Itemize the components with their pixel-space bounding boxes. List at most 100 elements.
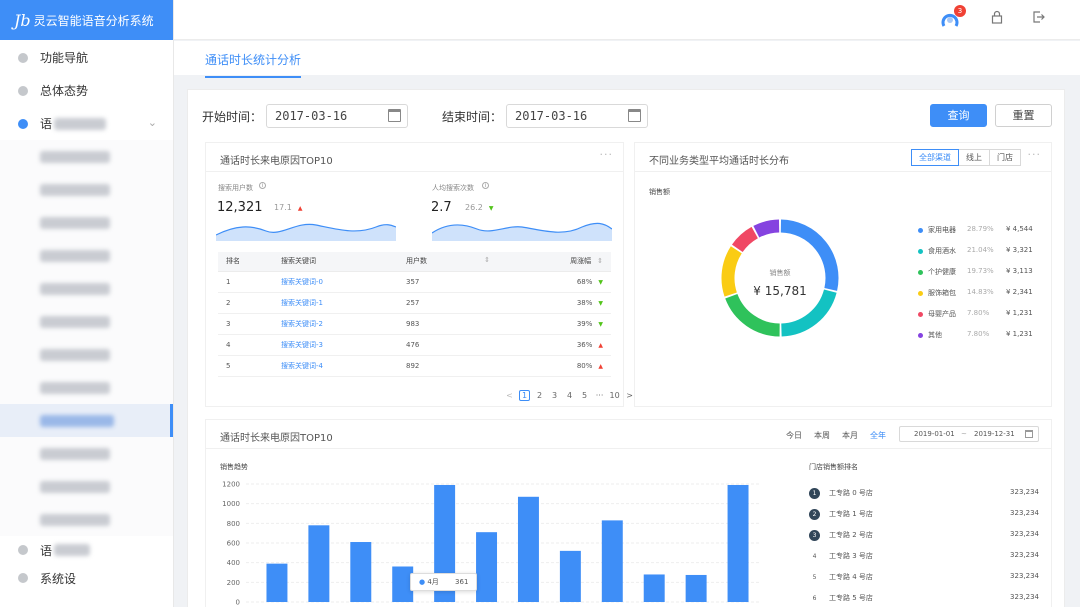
submenu-item[interactable] [0, 470, 173, 503]
cell-keyword-link[interactable]: 搜索关键词-2 [273, 313, 398, 335]
nav-item-system-settings[interactable]: 系统设 [0, 564, 173, 592]
store-value: 323,234 [1010, 530, 1039, 538]
redacted-label [40, 150, 110, 163]
redacted-label [40, 414, 114, 427]
segment-store[interactable]: 门店 [989, 149, 1021, 166]
date-range-picker[interactable]: 2019-01-01 ~ 2019-12-31 [899, 426, 1039, 442]
more-icon[interactable]: ··· [1028, 148, 1042, 161]
submenu-item[interactable] [0, 305, 173, 338]
pager-page[interactable]: 2 [534, 391, 545, 400]
legend-value: ¥ 1,231 [1006, 309, 1033, 317]
bar-5[interactable] [476, 532, 498, 602]
start-date-picker[interactable]: 2017-03-16 [266, 104, 408, 128]
pager-page[interactable]: 3 [549, 391, 560, 400]
nav-item-function-nav[interactable]: 功能导航 [0, 41, 173, 74]
lock-icon[interactable] [987, 10, 1007, 30]
nav-item-voice-analysis[interactable]: 语 ⌄ [0, 107, 173, 140]
cell-keyword-link[interactable]: 搜索关键词-3 [273, 334, 398, 356]
range-tab-week[interactable]: 本周 [814, 430, 830, 441]
legend-item[interactable]: 食用酒水 21.04% ¥ 3,321 [918, 246, 1038, 258]
bar-6[interactable] [517, 496, 539, 602]
y-tick-label: 1200 [222, 481, 240, 489]
pager-page[interactable]: 10 [609, 391, 620, 400]
info-icon[interactable]: i [259, 182, 266, 189]
pager-prev[interactable]: < [504, 391, 515, 400]
stat-delta-value: 26.2 [465, 203, 483, 212]
donut-slice-4[interactable] [731, 226, 759, 253]
submenu-item[interactable] [0, 503, 173, 536]
reset-button[interactable]: 重置 [995, 104, 1052, 127]
nav-item-overview[interactable]: 总体态势 [0, 74, 173, 107]
sparkline-searches [432, 222, 612, 241]
legend-item[interactable]: 母婴产品 7.80% ¥ 1,231 [918, 309, 1038, 321]
legend-name: 食用酒水 [928, 247, 956, 255]
submenu-item[interactable] [0, 239, 173, 272]
cell-keyword-link[interactable]: 搜索关键词-1 [273, 292, 398, 314]
range-tab-today[interactable]: 今日 [786, 430, 802, 441]
bar-2[interactable] [350, 542, 372, 602]
info-icon[interactable]: i [482, 182, 489, 189]
legend-item[interactable]: 家用电器 28.79% ¥ 4,544 [918, 225, 1038, 237]
donut-slice-2[interactable] [725, 293, 780, 337]
nav-item-voice[interactable]: 语 [0, 536, 173, 564]
submenu-item-selected[interactable] [0, 404, 173, 437]
store-value: 323,234 [1010, 572, 1039, 580]
pager-page[interactable]: 4 [564, 391, 575, 400]
legend-item[interactable]: 其他 7.80% ¥ 1,231 [918, 330, 1038, 342]
segment-online[interactable]: 线上 [958, 149, 990, 166]
range-tab-month[interactable]: 本月 [842, 430, 858, 441]
table-row: 4 搜索关键词-3 476 36% ▲ [218, 334, 611, 356]
cell-rank: 3 [218, 313, 273, 335]
logout-icon[interactable] [1029, 10, 1049, 30]
submenu-item[interactable] [0, 173, 173, 206]
bar-0[interactable] [266, 563, 288, 602]
cell-users: 892 [398, 355, 496, 377]
bar-10[interactable] [685, 574, 707, 602]
pager-ellipsis[interactable]: ··· [594, 391, 605, 400]
store-value: 323,234 [1010, 488, 1039, 496]
submenu-item[interactable] [0, 371, 173, 404]
pager-page[interactable]: 5 [579, 391, 590, 400]
lock-glyph [991, 10, 1003, 24]
col-users-label: 用户数 [406, 257, 427, 266]
bar-1[interactable] [308, 525, 330, 602]
submenu-item[interactable] [0, 206, 173, 239]
segment-all-channels[interactable]: 全部渠道 [911, 149, 959, 166]
legend-item[interactable]: 服饰箱包 14.83% ¥ 2,341 [918, 288, 1038, 300]
sort-icon[interactable]: ⇕ [597, 257, 603, 265]
end-date-picker[interactable]: 2017-03-16 [506, 104, 648, 128]
col-users[interactable]: 用户数 ⇕ [398, 252, 496, 272]
redacted-label [40, 216, 110, 229]
bar-11[interactable] [727, 484, 749, 602]
more-icon[interactable]: ··· [600, 148, 614, 161]
legend-percent: 28.79% [967, 225, 994, 233]
donut-slice-3[interactable] [721, 246, 742, 297]
submenu-item[interactable] [0, 437, 173, 470]
list-item: 4 工专路 3 号店 323,234 [809, 549, 1039, 569]
donut-slice-0[interactable] [780, 219, 839, 291]
submenu-item[interactable] [0, 140, 173, 173]
chevron-down-icon[interactable]: ⌄ [148, 116, 157, 129]
y-tick-label: 1000 [222, 500, 240, 508]
stat-label: 人均搜索次数 [432, 184, 474, 192]
notification-icon[interactable]: 3 [940, 5, 966, 30]
app-logo[interactable]: Jb 灵云智能语音分析系统 [0, 0, 173, 40]
legend-item[interactable]: 个护健康 19.73% ¥ 3,113 [918, 267, 1038, 279]
list-item: 2 工专路 1 号店 323,234 [809, 507, 1039, 527]
redacted-label [40, 183, 110, 196]
bar-8[interactable] [601, 520, 623, 602]
range-tab-year[interactable]: 全年 [870, 430, 886, 441]
donut-slice-5[interactable] [753, 219, 780, 238]
pager-page[interactable]: 1 [519, 390, 531, 401]
col-change[interactable]: 周涨幅 ⇕ [496, 252, 611, 272]
tab-call-duration[interactable]: 通话时长统计分析 [205, 51, 302, 78]
cell-change: 68% ▼ [496, 271, 611, 293]
bar-9[interactable] [643, 574, 665, 602]
sort-icon[interactable]: ⇕ [484, 256, 490, 264]
bar-7[interactable] [559, 550, 581, 602]
cell-keyword-link[interactable]: 搜索关键词-4 [273, 355, 398, 377]
submenu-item[interactable] [0, 272, 173, 305]
query-button[interactable]: 查询 [930, 104, 987, 127]
submenu-item[interactable] [0, 338, 173, 371]
cell-keyword-link[interactable]: 搜索关键词-0 [273, 271, 398, 293]
